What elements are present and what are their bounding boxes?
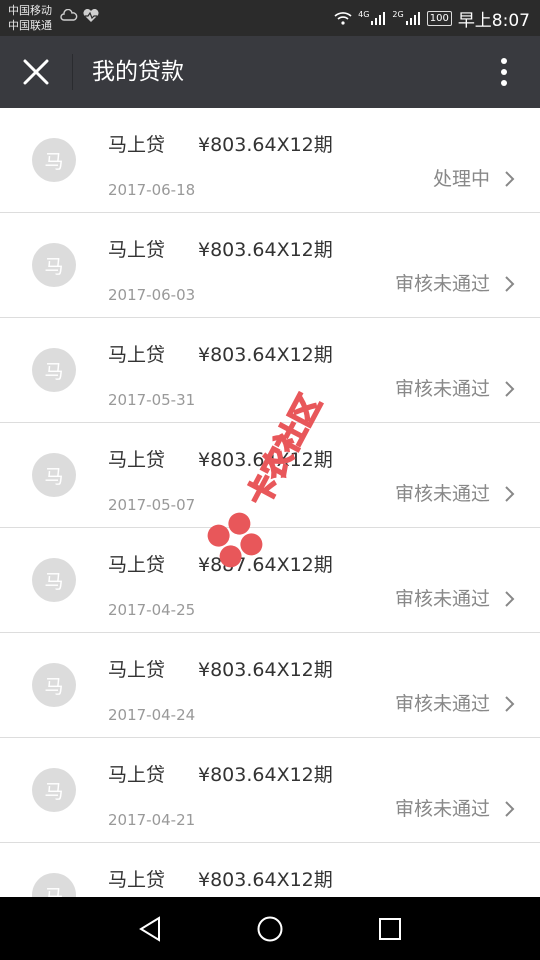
lender-name: 马上贷 bbox=[108, 449, 166, 471]
page-title: 我的贷款 bbox=[92, 59, 184, 85]
cloud-icon bbox=[60, 9, 78, 21]
chevron-right-icon bbox=[505, 801, 515, 817]
loan-status: 审核未通过 bbox=[394, 693, 490, 715]
status-left-icons bbox=[60, 9, 100, 23]
lender-name: 马上贷 bbox=[108, 239, 166, 261]
loan-date: 2017-06-18 bbox=[108, 181, 196, 199]
close-icon bbox=[23, 59, 49, 85]
avatar: 马 bbox=[32, 348, 76, 392]
signal-icon-2: 2G bbox=[392, 11, 420, 25]
loan-amount: ¥803.64X12期 bbox=[198, 134, 333, 156]
signal-2-label: 2G bbox=[392, 10, 404, 19]
loan-amount: ¥887.64X12期 bbox=[198, 554, 333, 576]
loan-status: 审核未通过 bbox=[394, 378, 490, 400]
loan-row[interactable]: 马 马上贷 ¥803.64X12期 2017-05-31 审核未通过 bbox=[0, 318, 540, 423]
chevron-right-icon bbox=[505, 381, 515, 397]
loan-status: 处理中 bbox=[432, 168, 490, 190]
signal-icon: 4G bbox=[358, 11, 386, 25]
chevron-right-icon bbox=[505, 276, 515, 292]
loan-date: 2017-04-21 bbox=[108, 811, 196, 829]
loan-amount: ¥803.64X12期 bbox=[198, 764, 333, 786]
chevron-right-icon bbox=[505, 486, 515, 502]
app-bar-divider bbox=[72, 54, 73, 90]
avatar: 马 bbox=[32, 768, 76, 812]
loan-status: 审核未通过 bbox=[394, 798, 490, 820]
avatar: 马 bbox=[32, 663, 76, 707]
recents-button[interactable] bbox=[370, 909, 410, 949]
loan-date: 2017-05-31 bbox=[108, 391, 196, 409]
loan-amount: ¥803.64X12期 bbox=[198, 239, 333, 261]
loan-status: 审核未通过 bbox=[394, 483, 490, 505]
close-button[interactable] bbox=[16, 52, 56, 92]
nav-bar bbox=[0, 897, 540, 960]
lender-name: 马上贷 bbox=[108, 764, 166, 786]
more-vertical-icon bbox=[501, 58, 507, 86]
loan-row[interactable]: 马 马上贷 ¥887.64X12期 2017-04-25 审核未通过 bbox=[0, 528, 540, 633]
status-bar: 中国移动 中国联通 4G 2G 100 早上8:07 bbox=[0, 0, 540, 36]
loan-amount: ¥803.64X12期 bbox=[198, 344, 333, 366]
app-bar: 我的贷款 bbox=[0, 36, 540, 108]
home-circle-icon bbox=[257, 916, 283, 942]
lender-name: 马上贷 bbox=[108, 554, 166, 576]
back-triangle-icon bbox=[139, 916, 160, 942]
carrier-2: 中国联通 bbox=[8, 19, 52, 32]
carrier-info: 中国移动 中国联通 bbox=[8, 3, 52, 33]
avatar: 马 bbox=[32, 138, 76, 182]
loan-row[interactable]: 马 马上贷 ¥803.64X12期 2017-04-24 审核未通过 bbox=[0, 633, 540, 738]
carrier-1: 中国移动 bbox=[8, 4, 52, 17]
loan-status: 审核未通过 bbox=[394, 273, 490, 295]
status-right: 4G 2G 100 早上8:07 bbox=[334, 0, 530, 36]
loan-amount: ¥803.64X12期 bbox=[198, 869, 333, 891]
recents-square-icon bbox=[379, 918, 401, 940]
avatar: 马 bbox=[32, 873, 76, 897]
chevron-right-icon bbox=[505, 171, 515, 187]
avatar: 马 bbox=[32, 453, 76, 497]
heart-monitor-icon bbox=[83, 9, 99, 22]
avatar: 马 bbox=[32, 243, 76, 287]
wifi-icon bbox=[334, 12, 352, 25]
loan-row[interactable]: 马 马上贷 ¥803.64X12期 2017-06-03 审核未通过 bbox=[0, 213, 540, 318]
battery-icon: 100 bbox=[426, 10, 452, 26]
loan-date: 2017-04-25 bbox=[108, 601, 196, 619]
loan-row[interactable]: 马 马上贷 ¥803.64X12期 2017-04-21 审核未通过 bbox=[0, 738, 540, 843]
chevron-right-icon bbox=[505, 696, 515, 712]
lender-name: 马上贷 bbox=[108, 134, 166, 156]
loan-amount: ¥803.64X12期 bbox=[198, 659, 333, 681]
lender-name: 马上贷 bbox=[108, 344, 166, 366]
chevron-right-icon bbox=[505, 591, 515, 607]
loan-row[interactable]: 马 马上贷 ¥803.64X12期 2017-05-07 审核未通过 bbox=[0, 423, 540, 528]
loan-status: 审核未通过 bbox=[394, 588, 490, 610]
back-button[interactable] bbox=[130, 909, 170, 949]
loan-date: 2017-04-24 bbox=[108, 706, 196, 724]
home-button[interactable] bbox=[250, 909, 290, 949]
loan-row[interactable]: 马 马上贷 ¥803.64X12期 bbox=[0, 843, 540, 897]
loan-amount: ¥803.64X12期 bbox=[198, 449, 333, 471]
more-button[interactable] bbox=[486, 54, 522, 90]
signal-1-label: 4G bbox=[358, 10, 370, 19]
loan-date: 2017-05-07 bbox=[108, 496, 196, 514]
loan-date: 2017-06-03 bbox=[108, 286, 196, 304]
lender-name: 马上贷 bbox=[108, 869, 166, 891]
loan-list: 马 马上贷 ¥803.64X12期 2017-06-18 处理中 马 马上贷 ¥… bbox=[0, 108, 540, 897]
status-time: 早上8:07 bbox=[457, 10, 530, 31]
loan-row[interactable]: 马 马上贷 ¥803.64X12期 2017-06-18 处理中 bbox=[0, 108, 540, 213]
avatar: 马 bbox=[32, 558, 76, 602]
lender-name: 马上贷 bbox=[108, 659, 166, 681]
